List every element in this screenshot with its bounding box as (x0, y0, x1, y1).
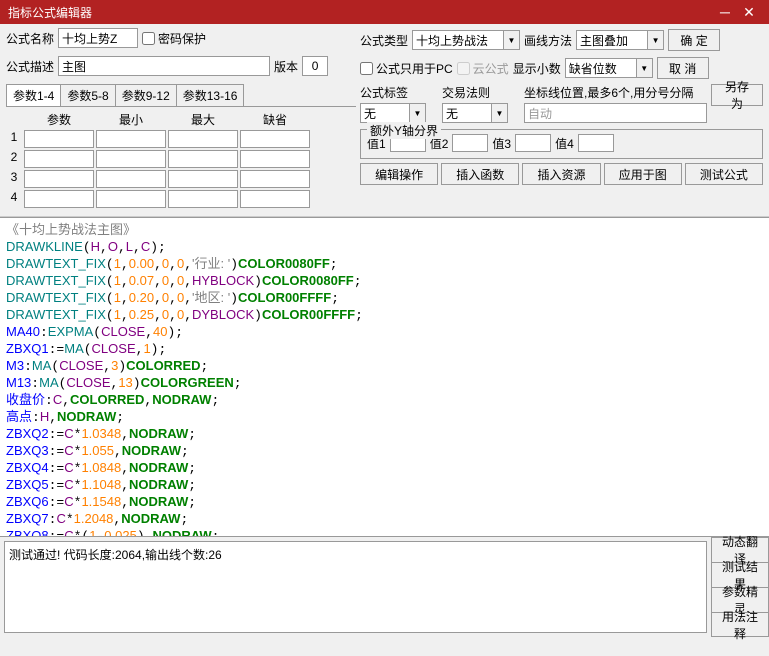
usage-notes-button[interactable]: 用法注释 (711, 612, 769, 637)
param-input[interactable] (24, 130, 94, 148)
insert-res-button[interactable]: 插入资源 (522, 163, 600, 185)
y-val2-input[interactable] (452, 134, 488, 152)
chevron-down-icon[interactable]: ▼ (648, 30, 664, 50)
cursor-pos-input[interactable] (524, 103, 707, 123)
version-input[interactable] (302, 56, 328, 76)
y-val4-input[interactable] (578, 134, 614, 152)
minimize-button[interactable]: ─ (713, 4, 737, 20)
param-header: 缺省 (240, 111, 310, 128)
param-input[interactable] (24, 190, 94, 208)
edit-op-button[interactable]: 编辑操作 (360, 163, 438, 185)
y-val3-input[interactable] (515, 134, 551, 152)
apply-button[interactable]: 应用于图 (604, 163, 682, 185)
chevron-down-icon[interactable]: ▼ (637, 58, 653, 78)
formula-tag-select[interactable] (360, 103, 410, 123)
chevron-down-icon[interactable]: ▼ (492, 103, 508, 123)
draw-method-select[interactable] (576, 30, 648, 50)
password-checkbox[interactable]: 密码保护 (142, 30, 206, 47)
saveas-button[interactable]: 另存为 (711, 84, 763, 106)
param-header: 最小 (96, 111, 166, 128)
close-button[interactable]: ✕ (737, 4, 761, 21)
param-input[interactable] (24, 170, 94, 188)
status-text: 测试通过! 代码长度:2064,输出线个数:26 (4, 541, 707, 633)
param-input[interactable] (24, 150, 94, 168)
cursor-pos-label: 坐标线位置,最多6个,用分号分隔 (524, 84, 707, 101)
show-decimals-label: 显示小数 (513, 60, 561, 77)
formula-tag-label: 公式标签 (360, 84, 438, 101)
param-input[interactable] (168, 130, 238, 148)
param-input[interactable] (240, 150, 310, 168)
insert-func-button[interactable]: 插入函数 (441, 163, 519, 185)
param-input[interactable] (96, 130, 166, 148)
formula-name-label: 公式名称 (6, 30, 54, 47)
cancel-button[interactable]: 取 消 (657, 57, 709, 79)
extra-y-label: 额外Y轴分界 (367, 122, 441, 139)
formula-name-input[interactable] (58, 28, 138, 48)
param-input[interactable] (168, 190, 238, 208)
param-input[interactable] (168, 170, 238, 188)
param-input[interactable] (96, 190, 166, 208)
chevron-down-icon[interactable]: ▼ (504, 30, 520, 50)
param-header: 参数 (24, 111, 94, 128)
param-input[interactable] (240, 190, 310, 208)
chevron-down-icon[interactable]: ▼ (410, 103, 426, 123)
param-input[interactable] (96, 170, 166, 188)
code-editor[interactable]: 《十均上势战法主图》 DRAWKLINE(H,O,L,C); DRAWTEXT_… (0, 217, 769, 537)
param-input[interactable] (96, 150, 166, 168)
version-label: 版本 (274, 58, 298, 75)
ok-button[interactable]: 确 定 (668, 29, 720, 51)
param-input[interactable] (240, 170, 310, 188)
tab-params-1-4[interactable]: 参数1-4 (6, 84, 61, 106)
test-button[interactable]: 测试公式 (685, 163, 763, 185)
window-title: 指标公式编辑器 (8, 4, 713, 21)
default-digits-select[interactable] (565, 58, 637, 78)
formula-type-select[interactable] (412, 30, 504, 50)
cloud-checkbox: 云公式 (457, 60, 509, 77)
param-header: 最大 (168, 111, 238, 128)
trade-rule-select[interactable] (442, 103, 492, 123)
formula-desc-input[interactable] (58, 56, 270, 76)
formula-type-label: 公式类型 (360, 32, 408, 49)
param-input[interactable] (240, 130, 310, 148)
tab-params-13-16[interactable]: 参数13-16 (176, 84, 245, 106)
tab-params-9-12[interactable]: 参数9-12 (115, 84, 177, 106)
trade-rule-label: 交易法则 (442, 84, 520, 101)
tab-params-5-8[interactable]: 参数5-8 (60, 84, 115, 106)
pc-only-checkbox[interactable]: 公式只用于PC (360, 60, 453, 77)
draw-method-label: 画线方法 (524, 32, 572, 49)
param-input[interactable] (168, 150, 238, 168)
formula-desc-label: 公式描述 (6, 58, 54, 75)
